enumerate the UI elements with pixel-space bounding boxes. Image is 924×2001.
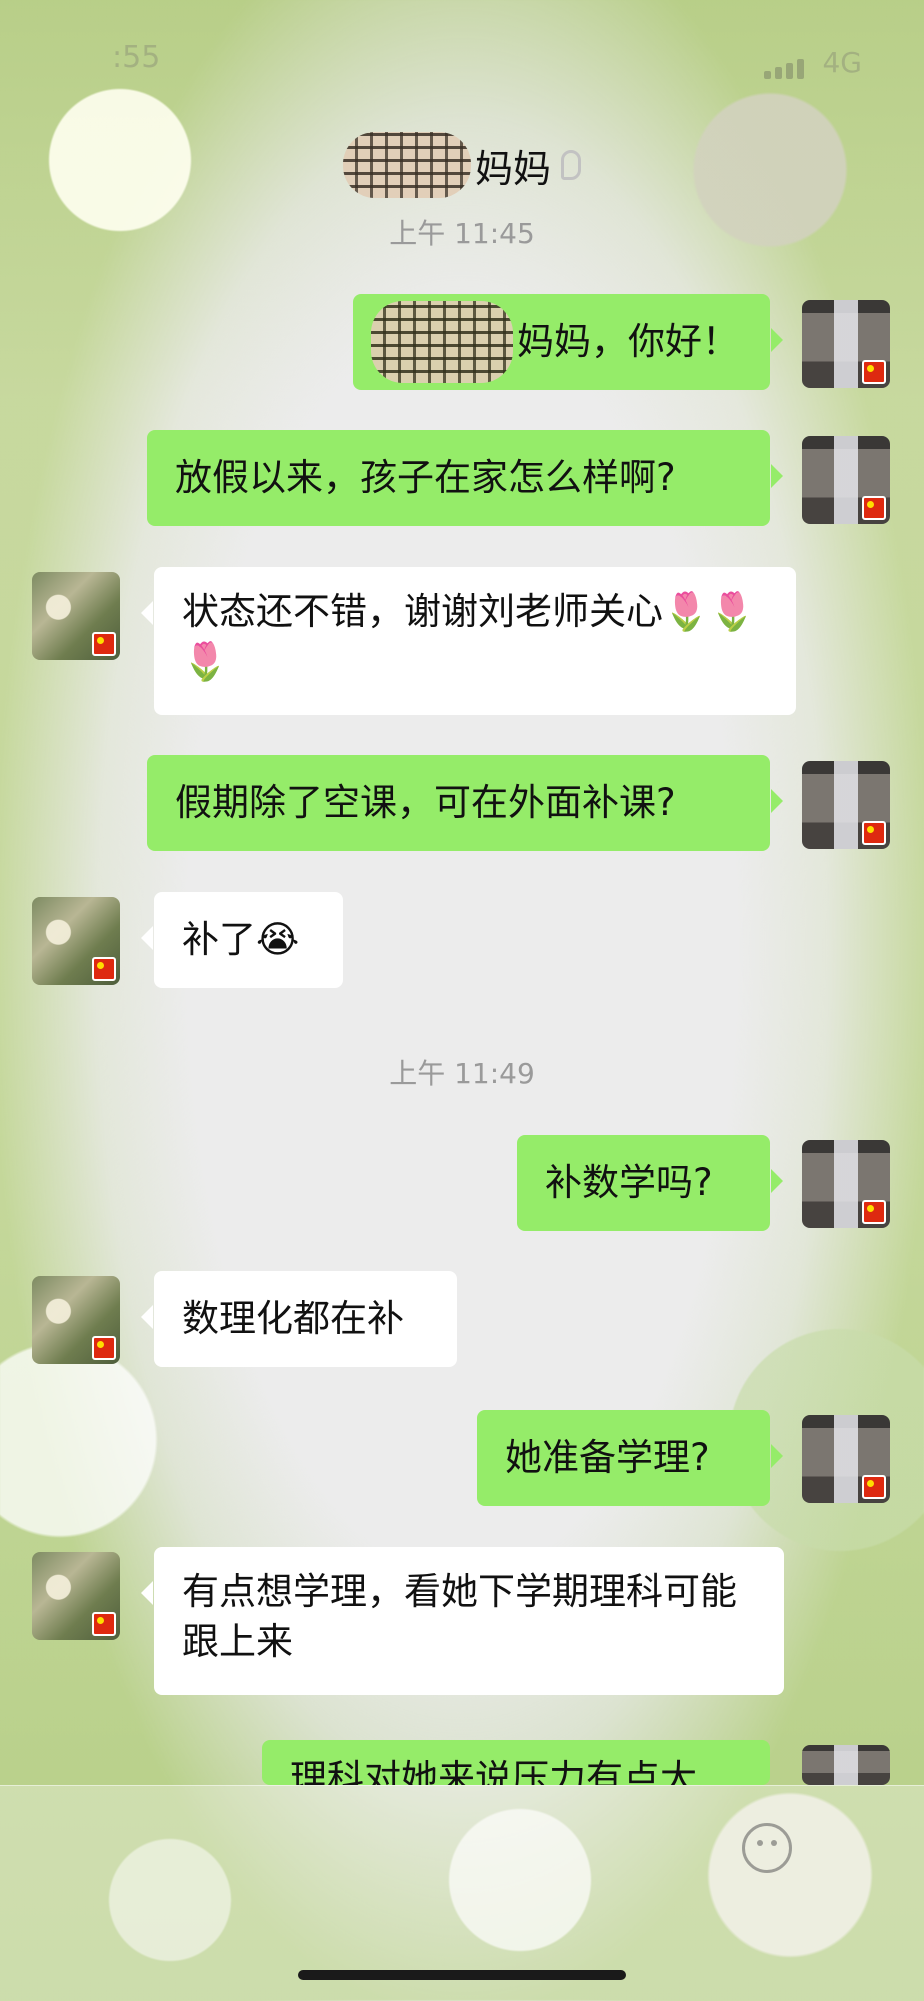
- redacted-name: [371, 301, 513, 383]
- my-avatar[interactable]: [802, 1140, 890, 1228]
- my-message[interactable]: 妈妈，你好！: [353, 294, 783, 390]
- chat-header: 妈妈: [0, 132, 924, 198]
- signal-icon: [764, 59, 805, 79]
- contact-avatar[interactable]: [32, 1276, 120, 1364]
- message-text: 妈妈，你好！: [517, 320, 739, 363]
- my-avatar[interactable]: [802, 1415, 890, 1503]
- message-text: 理科对她来说压力有点大: [290, 1757, 697, 1785]
- my-message[interactable]: 补数学吗?: [517, 1135, 783, 1231]
- chat-title[interactable]: 妈妈: [475, 138, 551, 193]
- message-text: 补了😭: [182, 918, 300, 961]
- contact-avatar[interactable]: [32, 572, 120, 660]
- message-text: 她准备学理?: [505, 1436, 710, 1479]
- status-time: :55: [112, 40, 161, 75]
- china-flag-icon: [92, 1336, 116, 1360]
- china-flag-icon: [92, 632, 116, 656]
- china-flag-icon: [92, 1612, 116, 1636]
- timestamp: 上午 11:45: [389, 217, 535, 250]
- china-flag-icon: [862, 360, 886, 384]
- message-text: 假期除了空课，可在外面补课?: [175, 781, 676, 824]
- contact-message[interactable]: 有点想学理，看她下学期理科可能跟上来: [141, 1547, 784, 1695]
- message-text: 放假以来，孩子在家怎么样啊?: [175, 456, 676, 499]
- network-label: 4G: [822, 46, 862, 79]
- my-message[interactable]: 假期除了空课，可在外面补课?: [147, 755, 783, 851]
- input-bar: [0, 1785, 924, 2001]
- contact-message[interactable]: 补了😭: [141, 892, 343, 988]
- redacted-name: [342, 132, 471, 198]
- message-text: 补数学吗?: [545, 1161, 713, 1204]
- my-avatar[interactable]: [802, 1745, 890, 1785]
- contact-avatar[interactable]: [32, 1552, 120, 1640]
- smiley-face-icon[interactable]: [742, 1823, 792, 1873]
- ear-icon: [561, 150, 581, 180]
- china-flag-icon: [862, 1475, 886, 1499]
- my-message[interactable]: 她准备学理?: [477, 1410, 783, 1506]
- my-message[interactable]: 放假以来，孩子在家怎么样啊?: [147, 430, 783, 526]
- china-flag-icon: [862, 821, 886, 845]
- contact-message[interactable]: 数理化都在补: [141, 1271, 457, 1367]
- message-text: 数理化都在补: [182, 1297, 404, 1340]
- my-avatar[interactable]: [802, 761, 890, 849]
- contact-message[interactable]: 状态还不错，谢谢刘老师关心🌷🌷🌷: [141, 567, 796, 715]
- contact-avatar[interactable]: [32, 897, 120, 985]
- my-avatar[interactable]: [802, 300, 890, 388]
- china-flag-icon: [92, 957, 116, 981]
- timestamp: 上午 11:49: [389, 1057, 535, 1090]
- china-flag-icon: [862, 1200, 886, 1224]
- my-avatar[interactable]: [802, 436, 890, 524]
- status-bar-right: 4G: [764, 46, 862, 79]
- my-message[interactable]: 理科对她来说压力有点大: [262, 1740, 770, 1785]
- home-indicator: [298, 1970, 626, 1980]
- china-flag-icon: [862, 496, 886, 520]
- message-text: 有点想学理，看她下学期理科可能跟上来: [182, 1570, 737, 1663]
- message-text: 状态还不错，谢谢刘老师关心🌷🌷🌷: [182, 590, 756, 683]
